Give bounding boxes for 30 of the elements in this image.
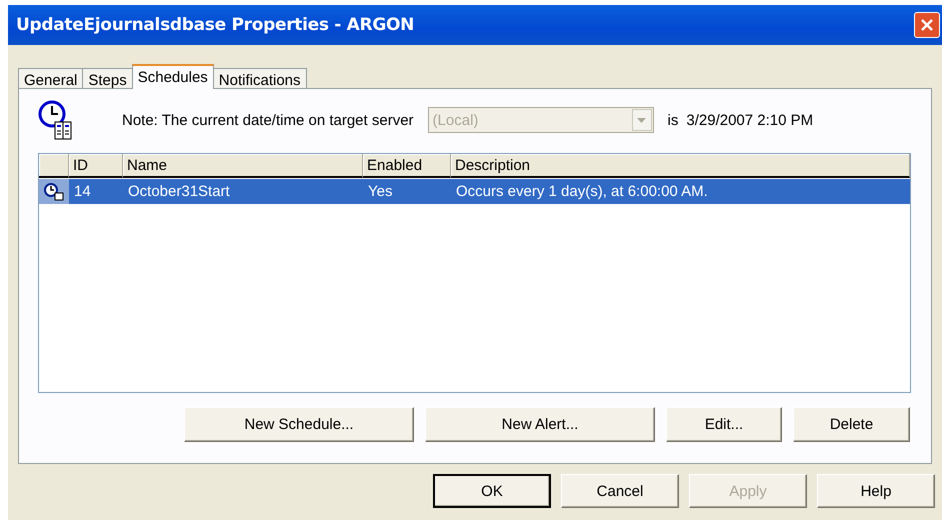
table-cell[interactable]: Occurs every 1 day(s), at 6:00:00 AM. bbox=[451, 179, 910, 204]
dialog-button[interactable]: OK bbox=[433, 474, 551, 508]
window-title: UpdateEjournalsdbase Properties - ARGON bbox=[16, 15, 414, 35]
table-cell[interactable]: Yes bbox=[363, 179, 451, 204]
column-header[interactable]: Description bbox=[451, 154, 910, 178]
is-label: is bbox=[668, 112, 678, 128]
tab[interactable]: Notifications bbox=[212, 68, 306, 88]
schedule-icon bbox=[44, 182, 64, 200]
list-action-button[interactable]: Edit... bbox=[666, 407, 782, 442]
column-header[interactable] bbox=[39, 154, 69, 178]
datetime-text: 3/29/2007 2:10 PM bbox=[686, 112, 814, 128]
table-cell[interactable]: October31Start bbox=[123, 179, 363, 204]
tab[interactable]: General bbox=[18, 68, 84, 88]
list-action-button[interactable]: New Schedule... bbox=[184, 407, 414, 442]
dialog-button[interactable]: Help bbox=[817, 474, 935, 508]
tab[interactable]: Schedules bbox=[132, 64, 214, 89]
column-header[interactable]: ID bbox=[69, 154, 123, 178]
column-header[interactable]: Enabled bbox=[363, 154, 451, 178]
tab[interactable]: Steps bbox=[82, 68, 133, 88]
column-header[interactable]: Name bbox=[123, 154, 363, 178]
note-label: Note: The current date/time on target server bbox=[122, 112, 414, 128]
schedule-list[interactable]: ID Name Enabled Description 14 October31Start Yes Occurs every 1 day(s), at 6:00:00 AM. bbox=[38, 153, 911, 393]
list-action-button[interactable]: Delete bbox=[793, 407, 910, 442]
list-action-button[interactable]: New Alert... bbox=[425, 407, 655, 442]
dropdown-arrow-icon bbox=[637, 118, 646, 122]
close-button[interactable] bbox=[914, 12, 940, 38]
table-cell[interactable]: 14 bbox=[69, 179, 123, 204]
dialog-button[interactable]: Cancel bbox=[561, 474, 679, 508]
clock-calendar-icon bbox=[38, 100, 72, 140]
close-icon bbox=[920, 18, 934, 32]
